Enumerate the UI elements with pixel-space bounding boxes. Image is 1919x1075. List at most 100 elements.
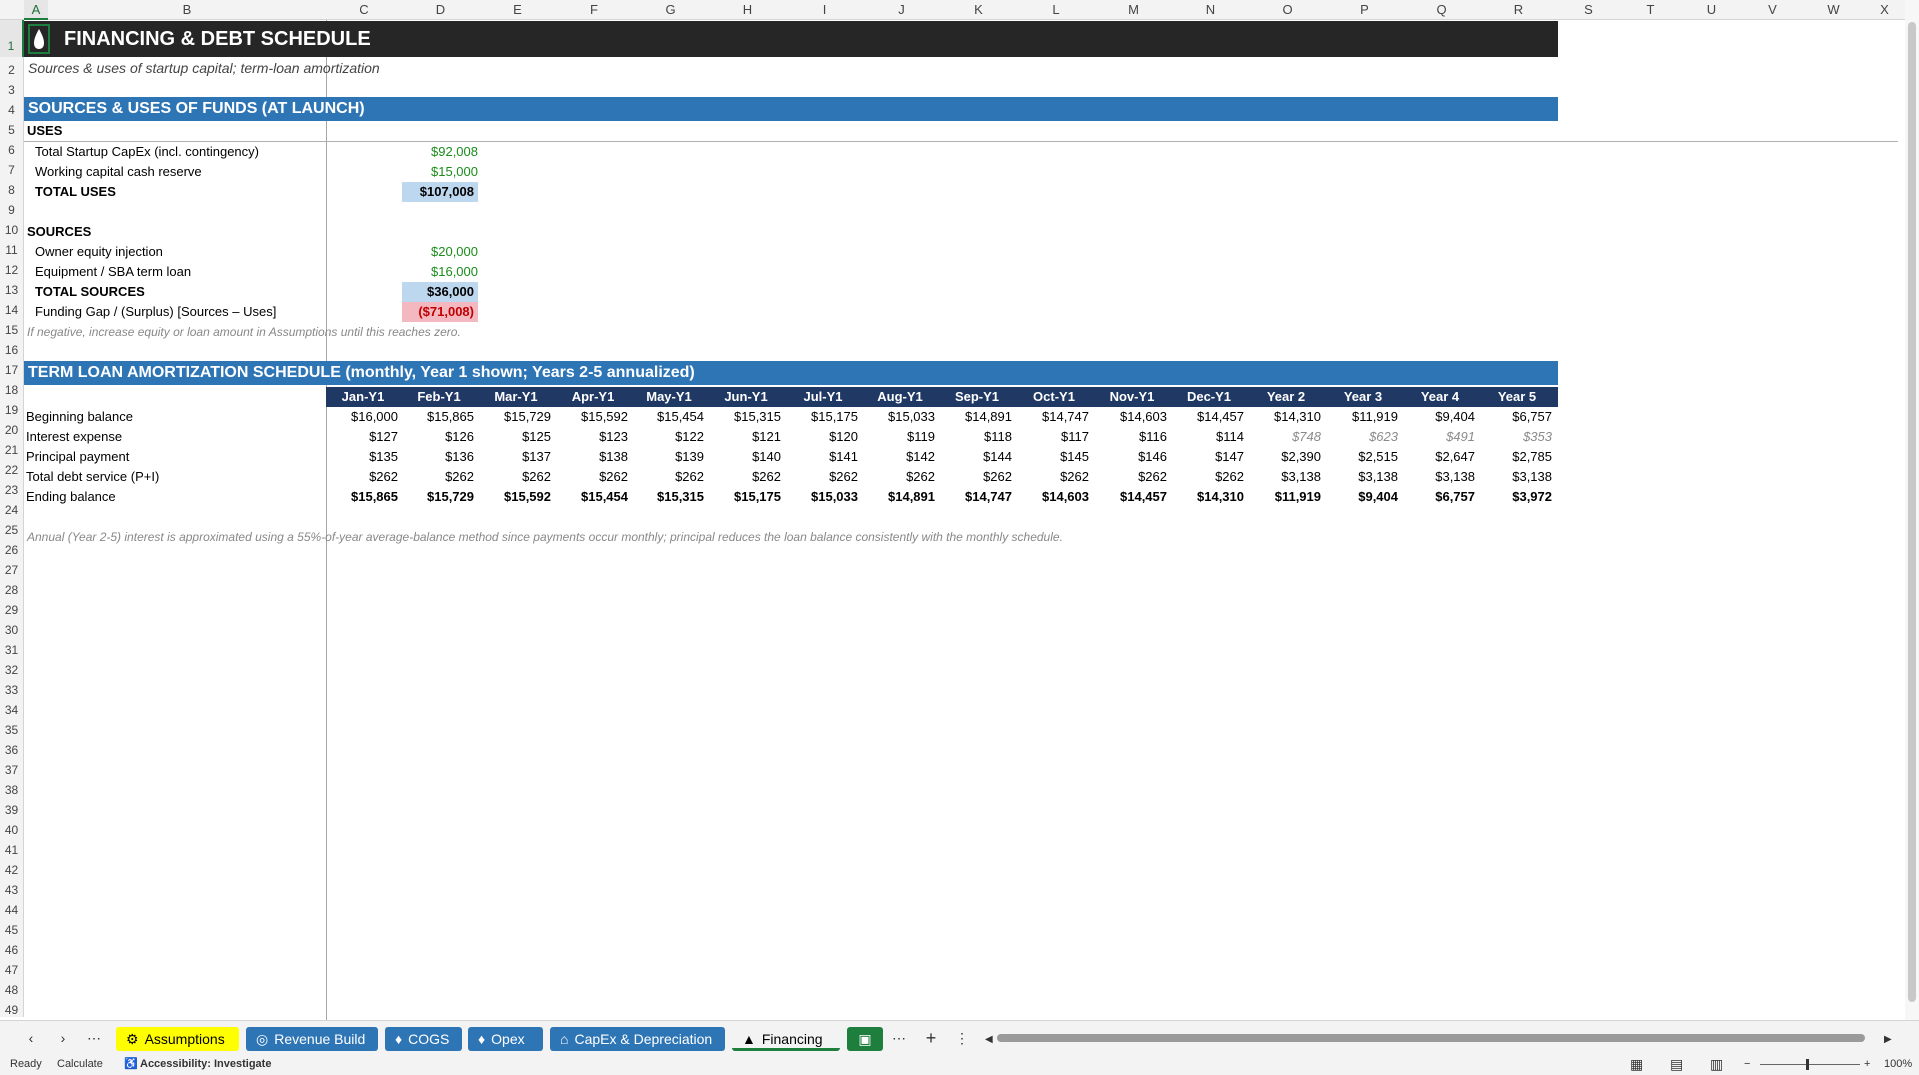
- row-header[interactable]: 19: [0, 397, 24, 417]
- row-header[interactable]: 34: [0, 697, 24, 717]
- amortization-cell[interactable]: $11,919: [1249, 487, 1321, 507]
- amortization-cell[interactable]: $11,919: [1326, 407, 1398, 427]
- more-sheets-right-button[interactable]: ⋯: [888, 1027, 910, 1049]
- amortization-cell[interactable]: $141: [786, 447, 858, 467]
- horizontal-scrollbar[interactable]: [997, 1034, 1865, 1042]
- zoom-out-icon[interactable]: −: [1744, 1054, 1750, 1075]
- row-header[interactable]: 13: [0, 277, 24, 297]
- amortization-cell[interactable]: $139: [632, 447, 704, 467]
- amortization-cell[interactable]: $262: [632, 467, 704, 487]
- row-header[interactable]: 10: [0, 217, 24, 237]
- amortization-cell[interactable]: $9,404: [1326, 487, 1398, 507]
- amortization-cell[interactable]: $748: [1249, 427, 1321, 447]
- row-header[interactable]: 38: [0, 777, 24, 797]
- row-header[interactable]: 33: [0, 677, 24, 697]
- page-layout-icon[interactable]: ▤: [1670, 1054, 1683, 1075]
- spreadsheet-grid[interactable]: ABCDEFGHIJKLMNOPQRSTUVWX 1 2 3 4 5 6 7 8 9 10 11 12…: [0, 0, 1919, 1020]
- column-header[interactable]: R: [1480, 0, 1557, 20]
- row-header[interactable]: 8: [0, 177, 24, 197]
- amortization-cell[interactable]: $15,033: [863, 407, 935, 427]
- amortization-cell[interactable]: $15,454: [556, 487, 628, 507]
- amortization-cell[interactable]: $120: [786, 427, 858, 447]
- row-header[interactable]: 25: [0, 517, 24, 537]
- row-header[interactable]: 18: [0, 377, 24, 397]
- row-header[interactable]: 35: [0, 717, 24, 737]
- row-header[interactable]: 27: [0, 557, 24, 577]
- amortization-cell[interactable]: $15,729: [479, 407, 551, 427]
- amortization-cell[interactable]: $15,315: [632, 487, 704, 507]
- column-header[interactable]: H: [709, 0, 786, 20]
- amortization-cell[interactable]: $146: [1095, 447, 1167, 467]
- amortization-cell[interactable]: $14,603: [1017, 487, 1089, 507]
- column-header[interactable]: A: [24, 0, 48, 20]
- amortization-cell[interactable]: $135: [326, 447, 398, 467]
- row-header[interactable]: 30: [0, 617, 24, 637]
- amortization-cell[interactable]: $117: [1017, 427, 1089, 447]
- prev-sheet-button[interactable]: ‹: [22, 1027, 40, 1049]
- row-header[interactable]: 14: [0, 297, 24, 317]
- row-header[interactable]: 29: [0, 597, 24, 617]
- amortization-cell[interactable]: $114: [1172, 427, 1244, 447]
- amortization-cell[interactable]: $3,138: [1249, 467, 1321, 487]
- amortization-cell[interactable]: $623: [1326, 427, 1398, 447]
- zoom-slider[interactable]: [1760, 1064, 1860, 1065]
- amortization-cell[interactable]: $262: [326, 467, 398, 487]
- amortization-cell[interactable]: $262: [1172, 467, 1244, 487]
- amortization-cell[interactable]: $14,891: [940, 407, 1012, 427]
- column-header[interactable]: P: [1326, 0, 1403, 20]
- amortization-cell[interactable]: $262: [863, 467, 935, 487]
- row-header[interactable]: 4: [0, 97, 24, 117]
- amortization-cell[interactable]: $2,647: [1403, 447, 1475, 467]
- column-header[interactable]: W: [1803, 0, 1864, 20]
- sheet-tab[interactable]: ▲ Financing: [732, 1027, 840, 1051]
- row-header[interactable]: 23: [0, 477, 24, 497]
- amortization-cell[interactable]: $3,138: [1480, 467, 1552, 487]
- add-sheet-button[interactable]: +: [920, 1027, 942, 1049]
- column-header[interactable]: V: [1742, 0, 1803, 20]
- scroll-right-icon[interactable]: ▶: [1884, 1034, 1892, 1045]
- row-header[interactable]: 20: [0, 417, 24, 437]
- page-break-icon[interactable]: ▥: [1710, 1054, 1723, 1075]
- column-header[interactable]: J: [863, 0, 940, 20]
- accessibility-status[interactable]: Accessibility: Investigate: [140, 1054, 271, 1075]
- amortization-cell[interactable]: $122: [632, 427, 704, 447]
- amortization-cell[interactable]: $142: [863, 447, 935, 467]
- status-calculate[interactable]: Calculate: [57, 1054, 103, 1075]
- amortization-cell[interactable]: $15,865: [402, 407, 474, 427]
- column-header[interactable]: O: [1249, 0, 1326, 20]
- amortization-cell[interactable]: $262: [709, 467, 781, 487]
- column-header[interactable]: C: [326, 0, 402, 20]
- row-header[interactable]: 16: [0, 337, 24, 357]
- column-header[interactable]: X: [1864, 0, 1905, 20]
- amortization-cell[interactable]: $14,310: [1249, 407, 1321, 427]
- amortization-cell[interactable]: $119: [863, 427, 935, 447]
- amortization-cell[interactable]: $6,757: [1480, 407, 1552, 427]
- normal-view-icon[interactable]: ▦: [1630, 1054, 1643, 1075]
- amortization-cell[interactable]: $14,747: [940, 487, 1012, 507]
- amortization-cell[interactable]: $3,138: [1326, 467, 1398, 487]
- tab-partial-green[interactable]: ▣: [847, 1027, 883, 1051]
- column-header[interactable]: D: [402, 0, 479, 20]
- amortization-cell[interactable]: $116: [1095, 427, 1167, 447]
- column-header[interactable]: B: [48, 0, 326, 20]
- row-header[interactable]: 7: [0, 157, 24, 177]
- row-header[interactable]: 48: [0, 977, 24, 997]
- amortization-cell[interactable]: $136: [402, 447, 474, 467]
- row-header[interactable]: 2: [0, 57, 24, 77]
- row-header[interactable]: 36: [0, 737, 24, 757]
- column-header[interactable]: G: [632, 0, 709, 20]
- vertical-scrollbar[interactable]: [1905, 0, 1919, 1020]
- row-header[interactable]: 17: [0, 357, 24, 377]
- row-header[interactable]: 31: [0, 637, 24, 657]
- row-header[interactable]: 44: [0, 897, 24, 917]
- amortization-cell[interactable]: $14,747: [1017, 407, 1089, 427]
- amortization-cell[interactable]: $126: [402, 427, 474, 447]
- row-header[interactable]: 26: [0, 537, 24, 557]
- amortization-cell[interactable]: $262: [402, 467, 474, 487]
- column-header[interactable]: I: [786, 0, 863, 20]
- amortization-cell[interactable]: $125: [479, 427, 551, 447]
- vertical-scroll-thumb[interactable]: [1908, 22, 1916, 1002]
- amortization-cell[interactable]: $262: [786, 467, 858, 487]
- amortization-cell[interactable]: $15,033: [786, 487, 858, 507]
- row-header[interactable]: 5: [0, 117, 24, 137]
